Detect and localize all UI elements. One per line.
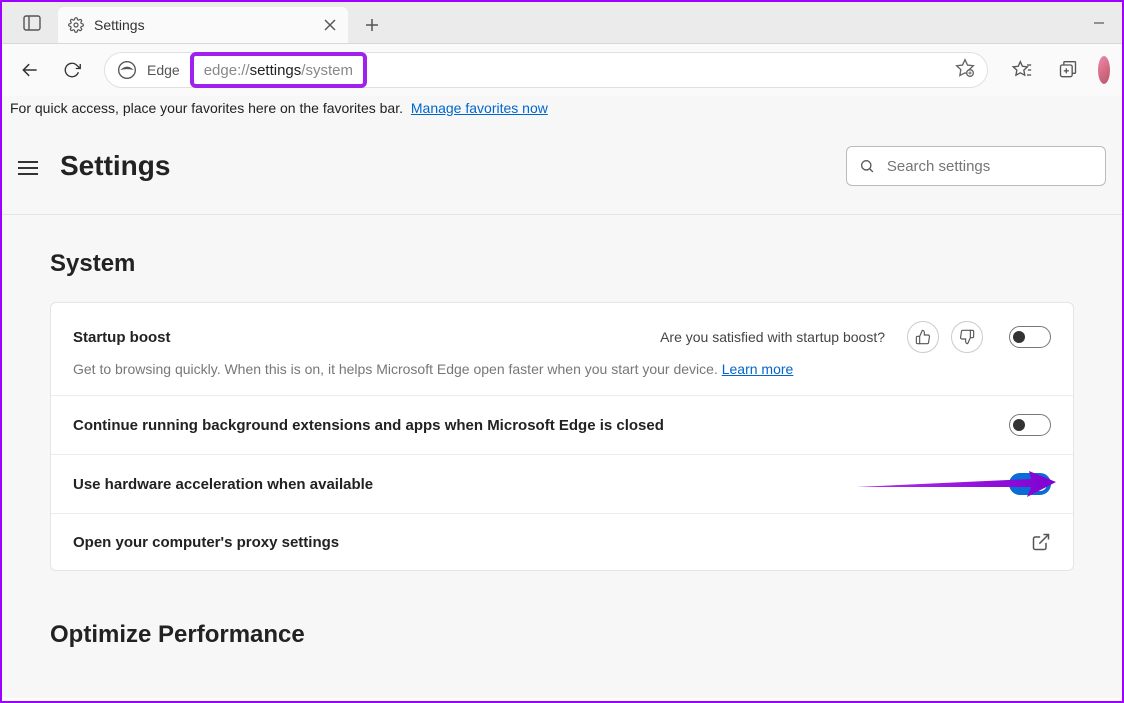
window-controls	[1076, 3, 1122, 43]
refresh-button[interactable]	[56, 54, 88, 86]
background-apps-toggle[interactable]	[1009, 414, 1051, 436]
setting-title: Open your computer's proxy settings	[73, 534, 339, 551]
edge-logo-icon	[117, 60, 137, 80]
settings-content: System Startup boost Are you satisfied w…	[2, 215, 1122, 698]
setting-row-background-apps: Continue running background extensions a…	[51, 396, 1073, 455]
collections-icon	[1058, 60, 1078, 80]
plus-icon	[365, 18, 379, 32]
side-panel-button[interactable]	[18, 9, 46, 37]
setting-title: Startup boost	[73, 329, 171, 346]
minimize-icon	[1093, 17, 1105, 29]
tab-close-button[interactable]	[322, 19, 338, 31]
address-bar[interactable]: Edge edge:// settings / system	[104, 52, 988, 88]
thumbs-down-button[interactable]	[951, 321, 983, 353]
search-icon	[859, 157, 875, 175]
favorites-bar-message: For quick access, place your favorites h…	[2, 96, 1122, 126]
star-lines-icon	[1012, 60, 1032, 80]
new-tab-button[interactable]	[354, 7, 390, 43]
setting-title: Continue running background extensions a…	[73, 417, 664, 434]
settings-search-input[interactable]	[887, 158, 1093, 175]
setting-row-startup-boost: Startup boost Are you satisfied with sta…	[51, 303, 1073, 396]
browser-toolbar: Edge edge:// settings / system	[2, 44, 1122, 96]
setting-description: Get to browsing quickly. When this is on…	[73, 361, 1051, 377]
page-title: Settings	[60, 150, 170, 182]
thumbs-up-icon	[915, 329, 931, 345]
settings-header: Settings	[2, 126, 1122, 215]
startup-boost-toggle[interactable]	[1009, 326, 1051, 348]
window-minimize-button[interactable]	[1076, 3, 1122, 43]
manage-favorites-link[interactable]: Manage favorites now	[411, 100, 548, 116]
add-favorite-button[interactable]	[955, 58, 975, 83]
url-segment-system: system	[305, 62, 353, 79]
gear-icon	[68, 17, 84, 33]
profile-button[interactable]	[1098, 56, 1110, 84]
back-button[interactable]	[14, 54, 46, 86]
close-icon	[324, 19, 336, 31]
back-arrow-icon	[20, 60, 40, 80]
settings-menu-button[interactable]	[18, 161, 42, 175]
setting-row-hardware-accel: Use hardware acceleration when available	[51, 455, 1073, 514]
section-title-system: System	[50, 250, 1074, 278]
favorites-button[interactable]	[1004, 52, 1040, 88]
learn-more-link[interactable]: Learn more	[722, 361, 794, 377]
system-settings-card: Startup boost Are you satisfied with sta…	[50, 302, 1074, 571]
hardware-accel-toggle[interactable]	[1009, 473, 1051, 495]
tab-title: Settings	[94, 17, 312, 33]
browser-tab[interactable]: Settings	[58, 7, 348, 43]
url-segment-settings: settings	[250, 62, 302, 79]
url-protocol: edge://	[204, 62, 250, 79]
external-link-icon	[1031, 532, 1051, 552]
section-title-optimize: Optimize Performance	[50, 621, 1074, 649]
setting-title: Use hardware acceleration when available	[73, 476, 373, 493]
feedback-question: Are you satisfied with startup boost?	[660, 329, 885, 345]
url-highlight-annotation: edge:// settings / system	[190, 52, 367, 88]
setting-row-proxy[interactable]: Open your computer's proxy settings	[51, 514, 1073, 570]
settings-search-box[interactable]	[846, 146, 1106, 186]
favorites-bar-text: For quick access, place your favorites h…	[10, 100, 403, 116]
collections-button[interactable]	[1050, 52, 1086, 88]
thumbs-up-button[interactable]	[907, 321, 939, 353]
edge-badge: Edge	[147, 62, 180, 78]
star-plus-icon	[955, 58, 975, 78]
refresh-icon	[63, 61, 81, 79]
tab-bar: Settings	[2, 2, 1122, 44]
thumbs-down-icon	[959, 329, 975, 345]
